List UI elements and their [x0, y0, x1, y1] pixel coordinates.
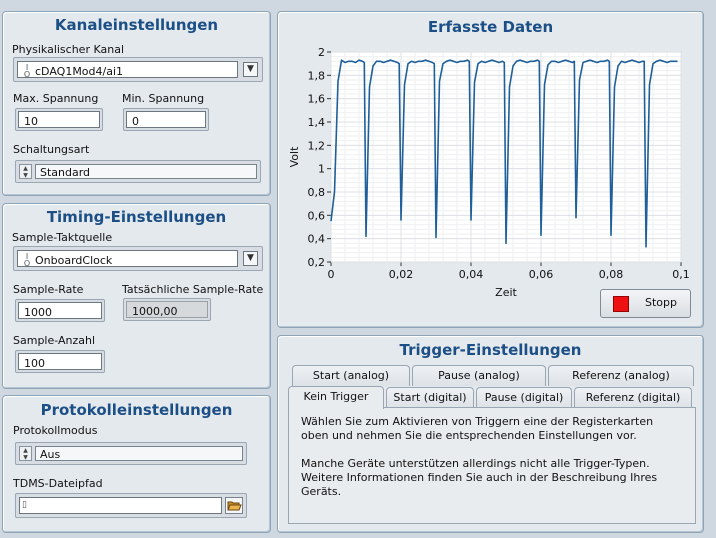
y-tick-label: 2	[318, 46, 325, 59]
graph-title: Erfasste Daten	[427, 18, 554, 36]
terminal-config-value: Standard	[35, 164, 257, 179]
terminal-config-ring[interactable]: ▲ ▼ Standard	[15, 160, 261, 183]
stop-button[interactable]: Stopp	[600, 289, 691, 318]
max-voltage-label: Max. Spannung	[13, 92, 99, 105]
folder-icon	[227, 501, 242, 511]
trigger-settings-panel: Trigger-Einstellungen Start (analog) Pau…	[277, 335, 704, 533]
tab-reference-digital[interactable]: Referenz (digital)	[574, 387, 692, 408]
sample-clock-label: Sample-Taktquelle	[12, 231, 113, 244]
terminal-config-label: Schaltungsart	[13, 143, 90, 156]
sample-clock-combo[interactable]: IO OnboardClock ▼	[13, 246, 263, 271]
stop-button-label: Stopp	[645, 296, 677, 309]
browse-folder-button[interactable]	[225, 497, 243, 514]
y-tick-label: 0,2	[308, 256, 326, 269]
x-axis-label: Zeit	[495, 286, 517, 299]
x-tick-label: 0,1	[672, 268, 690, 281]
sample-clock-field[interactable]: IO OnboardClock	[17, 250, 238, 268]
max-voltage-input[interactable]: 10	[15, 108, 103, 131]
max-voltage-value[interactable]: 10	[18, 111, 100, 128]
sample-count-label: Sample-Anzahl	[13, 334, 96, 347]
trigger-info-text-2: Manche Geräte unterstützen allerdings ni…	[301, 457, 658, 498]
y-axis-label: Volt	[288, 146, 301, 167]
min-voltage-input[interactable]: 0	[123, 108, 209, 131]
physical-channel-field[interactable]: IO cDAQ1Mod4/ai1	[17, 61, 238, 79]
spin-arrows-icon[interactable]: ▲ ▼	[19, 164, 32, 179]
sample-rate-label: Sample-Rate	[13, 283, 84, 296]
min-voltage-label: Min. Spannung	[122, 92, 205, 105]
tab-start-analog[interactable]: Start (analog)	[292, 365, 410, 386]
chevron-down-icon[interactable]: ▼	[243, 62, 258, 77]
x-tick-label: 0,06	[529, 268, 554, 281]
tab-start-digital[interactable]: Start (digital)	[386, 387, 474, 408]
x-tick-label: 0,04	[459, 268, 484, 281]
spin-arrows-icon[interactable]: ▲ ▼	[19, 446, 32, 461]
y-tick-label: 1,8	[308, 69, 326, 82]
channel-settings-panel: Kanaleinstellungen Physikalischer Kanal …	[2, 11, 271, 196]
y-tick-label: 0,4	[308, 233, 326, 246]
sample-count-input[interactable]: 100	[15, 350, 105, 373]
y-tick-label: 1,6	[308, 93, 326, 106]
trigger-info-text-1: Wählen Sie zum Aktivieren von Triggern e…	[301, 415, 654, 442]
tab-pause-analog[interactable]: Pause (analog)	[412, 365, 546, 386]
stop-led-icon	[613, 296, 629, 312]
logging-settings-title: Protokolleinstellungen	[40, 401, 233, 419]
timing-settings-title: Timing-Einstellungen	[46, 208, 227, 226]
chevron-down-icon[interactable]: ▼	[243, 251, 258, 266]
x-tick-label: 0,02	[389, 268, 414, 281]
logging-mode-ring[interactable]: ▲ ▼ Aus	[15, 442, 247, 465]
physical-channel-label: Physikalischer Kanal	[12, 43, 124, 56]
sample-clock-value: OnboardClock	[35, 254, 113, 267]
logging-mode-value: Aus	[35, 446, 243, 461]
y-tick-label: 1,2	[308, 139, 326, 152]
waveform-graph[interactable]: 0 0,02 0,04 0,06 0,08 0,1 0,2 0,4 0,6 0,8 1 1,2 1,4 1…	[278, 40, 703, 310]
tdms-path-label: TDMS-Dateipfad	[13, 477, 103, 490]
y-tick-label: 1	[318, 163, 325, 176]
io-clock-icon: IO	[23, 252, 31, 268]
y-tick-label: 0,8	[308, 186, 326, 199]
y-tick-label: 0,6	[308, 209, 326, 222]
actual-rate-indicator: 1000,00	[123, 298, 211, 321]
logging-mode-label: Protokollmodus	[13, 424, 98, 437]
tab-no-trigger[interactable]: Kein Trigger	[288, 386, 384, 409]
physical-channel-value: cDAQ1Mod4/ai1	[35, 65, 124, 78]
logging-settings-panel: Protokolleinstellungen Protokollmodus ▲ ▼…	[2, 395, 271, 533]
channel-settings-title: Kanaleinstellungen	[54, 16, 219, 34]
io-channel-icon: IO	[23, 63, 31, 79]
tdms-path-field[interactable]: ▯	[19, 497, 222, 514]
x-tick-label: 0,08	[599, 268, 624, 281]
tab-pause-digital[interactable]: Pause (digital)	[476, 387, 572, 408]
sample-count-value[interactable]: 100	[18, 353, 102, 370]
x-tick-label: 0	[328, 268, 335, 281]
trigger-settings-title: Trigger-Einstellungen	[399, 341, 582, 359]
sample-rate-input[interactable]: 1000	[15, 299, 105, 322]
actual-rate-label: Tatsächliche Sample-Rate	[122, 283, 264, 296]
tab-reference-analog[interactable]: Referenz (analog)	[548, 365, 694, 386]
physical-channel-combo[interactable]: IO cDAQ1Mod4/ai1 ▼	[13, 57, 263, 82]
min-voltage-value[interactable]: 0	[126, 111, 206, 128]
trigger-tab-content: Wählen Sie zum Aktivieren von Triggern e…	[288, 407, 696, 524]
sample-rate-value[interactable]: 1000	[18, 302, 102, 319]
acquired-data-panel: Erfasste Daten 0 0,02 0,04 0,06 0,08 0,1 0,2 0,…	[277, 11, 704, 328]
tdms-path-control[interactable]: ▯	[15, 493, 247, 518]
timing-settings-panel: Timing-Einstellungen Sample-Taktquelle I…	[2, 203, 271, 389]
path-icon: ▯	[22, 500, 27, 510]
y-tick-label: 1,4	[308, 116, 326, 129]
actual-rate-value: 1000,00	[126, 301, 208, 318]
